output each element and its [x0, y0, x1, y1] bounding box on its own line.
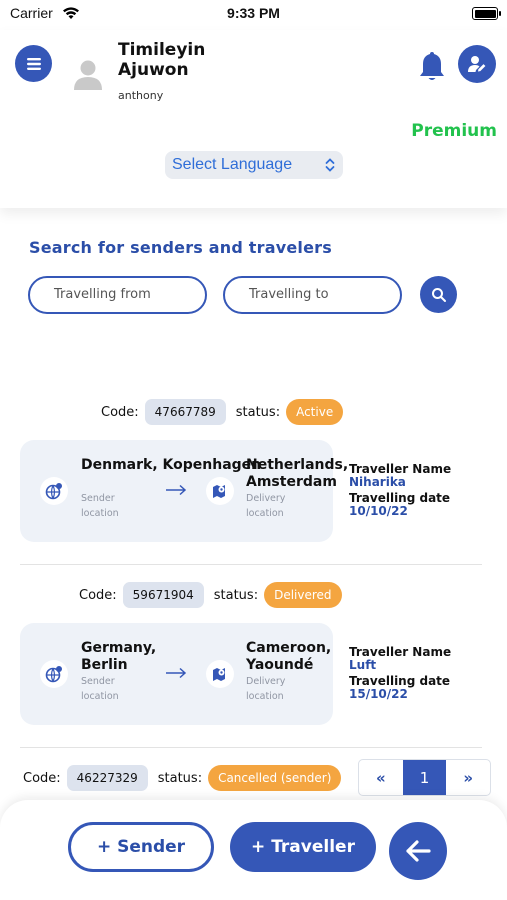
status-label: status: [235, 404, 281, 420]
globe-location-icon [40, 477, 68, 505]
divider [20, 564, 482, 565]
app-header: Timileyin Ajuwon anthony Premium Select … [0, 30, 507, 208]
traveller-info: Traveller Name Luft Travelling date 15/1… [349, 645, 489, 701]
shipment-card[interactable]: Germany, Berlin Sender location Cameroon… [20, 623, 333, 725]
sender-location: Denmark, Kopenhagen [81, 457, 262, 473]
bottom-action-bar: + Sender + Traveller [0, 800, 507, 900]
delivery-location-label: Delivery location [246, 493, 286, 519]
next-page-button[interactable]: » [446, 760, 490, 795]
traveller-info: Traveller Name Niharika Travelling date … [349, 462, 489, 518]
battery-icon [472, 7, 501, 20]
arrow-right-icon [166, 667, 187, 679]
search-button[interactable] [420, 276, 457, 313]
sender-location-label: Sender location [81, 493, 119, 519]
back-button[interactable] [389, 822, 447, 880]
language-select-label: Select Language [172, 156, 293, 173]
travelling-date: 10/10/22 [349, 504, 408, 518]
status-label: status: [213, 587, 259, 603]
map-pin-icon [206, 477, 234, 505]
shipment-header: Code: 59671904 status: Delivered [79, 582, 342, 608]
travelling-from-input[interactable]: Travelling from [28, 276, 207, 314]
shipment-header: Code: 47667789 status: Active [101, 399, 344, 425]
prev-page-button[interactable]: « [359, 760, 403, 795]
delivery-location: Netherlands, Amsterdam [246, 457, 349, 490]
code-value: 46227329 [66, 765, 148, 791]
code-value: 47667789 [144, 399, 226, 425]
hamburger-icon [26, 57, 41, 70]
current-page-button[interactable]: 1 [402, 760, 447, 795]
chevron-up-down-icon [325, 158, 335, 172]
shipment-header: Code: 46227329 status: Cancelled (sender… [23, 765, 342, 791]
language-select[interactable]: Select Language [165, 151, 343, 179]
status-badge: Delivered [264, 582, 342, 608]
shipment-card[interactable]: Denmark, Kopenhagen Sender location Neth… [20, 440, 348, 542]
arrow-right-icon [166, 484, 187, 496]
code-label: Code: [23, 770, 61, 786]
status-label: status: [157, 770, 203, 786]
status-bar: Carrier 9:33 PM [0, 0, 507, 30]
delivery-location-label: Delivery location [246, 676, 286, 702]
search-title: Search for senders and travelers [29, 238, 332, 257]
user-name: Timileyin Ajuwon [118, 40, 206, 80]
add-sender-button[interactable]: + Sender [68, 822, 214, 872]
edit-profile-icon [468, 56, 486, 72]
traveller-name-label: Traveller Name [349, 645, 452, 659]
main-content: Search for senders and travelers Travell… [0, 208, 507, 900]
travelling-date-label: Travelling date [349, 491, 451, 505]
arrow-left-icon [406, 840, 431, 862]
code-label: Code: [79, 587, 117, 603]
premium-badge: Premium [411, 121, 497, 141]
travelling-date: 15/10/22 [349, 687, 408, 701]
status-badge: Cancelled (sender) [208, 765, 342, 791]
globe-location-icon [40, 660, 68, 688]
traveller-name: Luft [349, 658, 377, 672]
user-handle: anthony [118, 89, 164, 102]
status-badge: Active [286, 399, 344, 425]
travelling-to-input[interactable]: Travelling to [223, 276, 402, 314]
delivery-location: Cameroon, Yaoundé [246, 640, 332, 673]
code-label: Code: [101, 404, 139, 420]
notification-bell-icon[interactable] [418, 50, 446, 82]
avatar [74, 60, 102, 90]
sender-location: Germany, Berlin [81, 640, 157, 673]
traveller-name: Niharika [349, 475, 406, 489]
traveller-name-label: Traveller Name [349, 462, 452, 476]
pagination: « 1 » [358, 759, 491, 796]
divider [20, 747, 482, 748]
profile-button[interactable] [458, 45, 496, 83]
travelling-date-label: Travelling date [349, 674, 451, 688]
search-icon [431, 287, 446, 302]
menu-button[interactable] [15, 45, 52, 82]
clock: 9:33 PM [227, 5, 280, 21]
map-pin-icon [206, 660, 234, 688]
code-value: 59671904 [122, 582, 204, 608]
add-traveller-button[interactable]: + Traveller [230, 822, 376, 872]
sender-location-label: Sender location [81, 676, 119, 702]
